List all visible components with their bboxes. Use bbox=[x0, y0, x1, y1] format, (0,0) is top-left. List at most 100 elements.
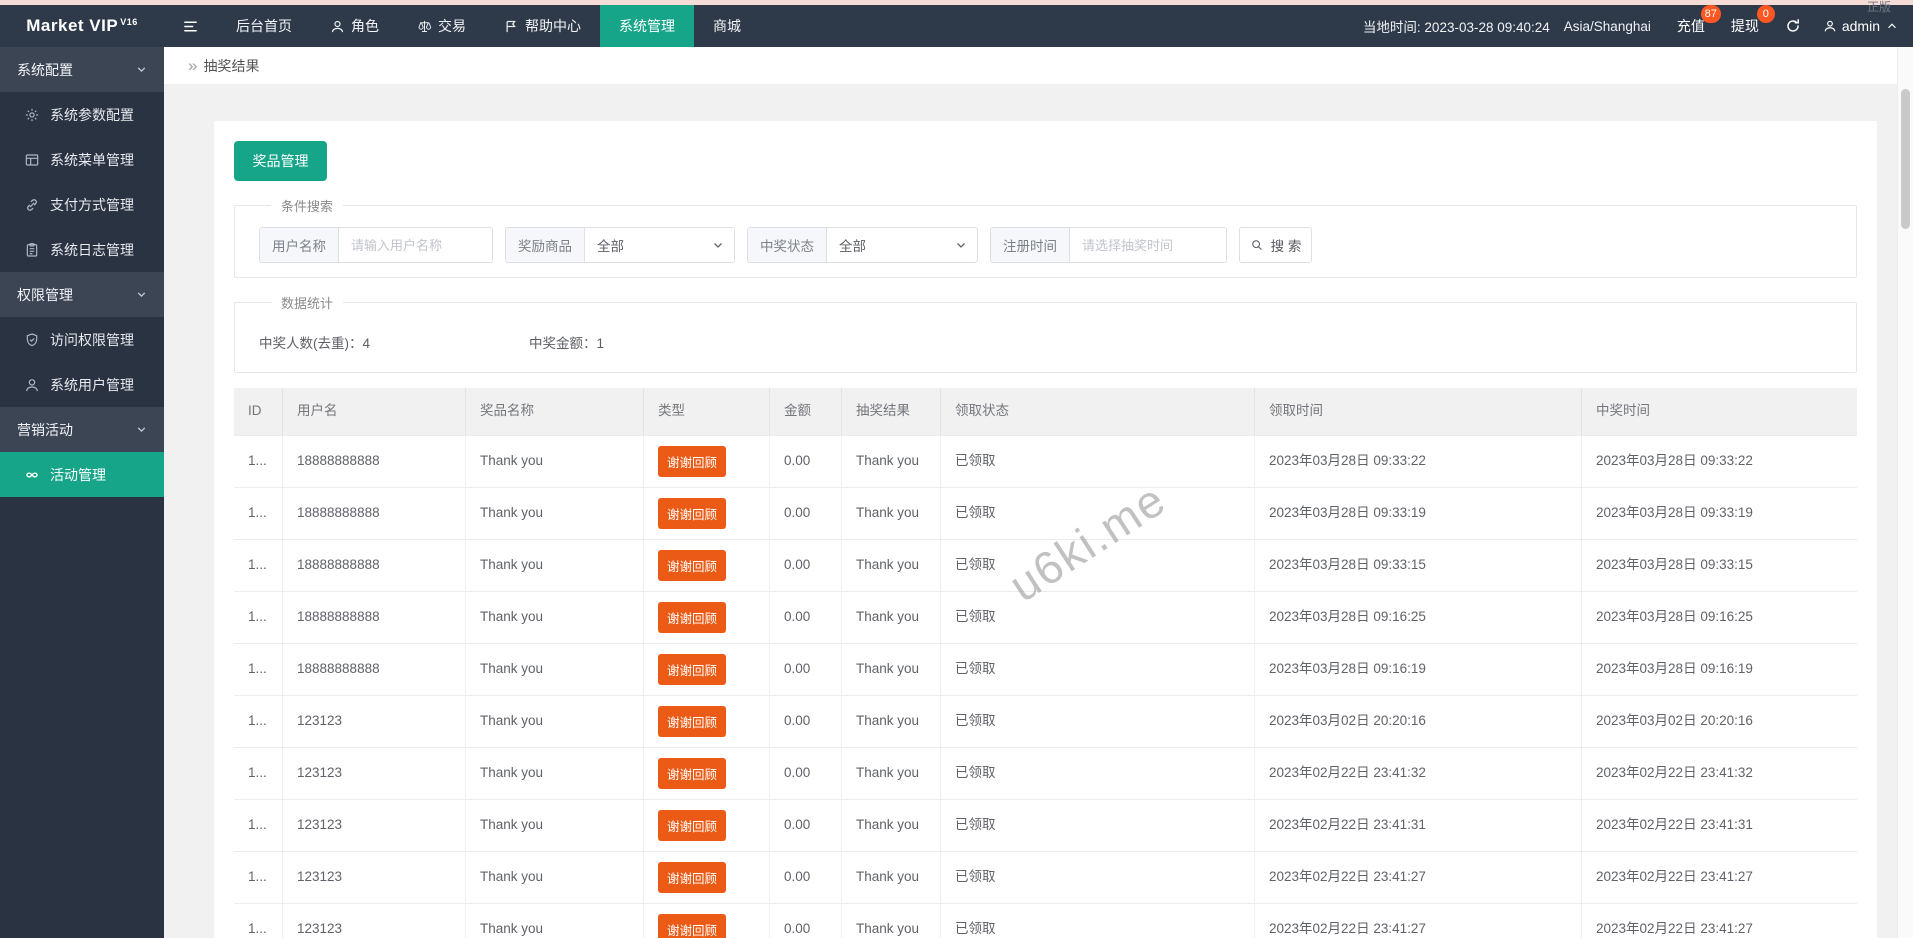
nav-item-label: 交易 bbox=[438, 18, 466, 34]
cell-claim-time: 2023年02月22日 23:41:31 bbox=[1255, 800, 1582, 851]
cell-claim-time: 2023年02月22日 23:41:32 bbox=[1255, 748, 1582, 799]
stats-row: 中奖人数(去重)：4 中奖金额：1 bbox=[259, 324, 1856, 358]
cell-id: 1... bbox=[234, 540, 283, 591]
reward-product-select[interactable]: 奖励商品 全部 bbox=[505, 227, 735, 263]
sidebar-group-permissions[interactable]: 权限管理 bbox=[0, 272, 164, 317]
vertical-scrollbar[interactable] bbox=[1897, 47, 1913, 938]
scrollbar-thumb[interactable] bbox=[1901, 89, 1910, 229]
sidebar-item-system-menu[interactable]: 系统菜单管理 bbox=[0, 137, 164, 182]
cell-claim-time: 2023年03月02日 20:20:16 bbox=[1255, 696, 1582, 747]
sidebar-group-label: 权限管理 bbox=[17, 286, 73, 303]
nav-item-backend-home[interactable]: 后台首页 bbox=[217, 5, 311, 47]
brand-logo[interactable]: Market VIP V16 bbox=[0, 5, 164, 47]
withdraw-button[interactable]: 提现 0 bbox=[1730, 5, 1775, 36]
cell-result: Thank you bbox=[842, 748, 941, 799]
cell-result: Thank you bbox=[842, 852, 941, 903]
sidebar-item-system-users[interactable]: 系统用户管理 bbox=[0, 362, 164, 407]
type-badge: 谢谢回顾 bbox=[658, 445, 727, 477]
nav-item-label: 角色 bbox=[351, 18, 379, 34]
cell-claim-status: 已领取 bbox=[941, 852, 1255, 903]
withdraw-label: 提现 bbox=[1730, 18, 1759, 34]
sidebar-group-label: 营销活动 bbox=[17, 421, 73, 438]
cell-win-time: 2023年02月22日 23:41:31 bbox=[1596, 817, 1753, 832]
cell-claim-status: 已领取 bbox=[941, 644, 1255, 695]
sidebar-item-system-logs[interactable]: 系统日志管理 bbox=[0, 227, 164, 272]
nav-item-mall[interactable]: 商城 bbox=[694, 5, 760, 47]
nav-item-label: 系统管理 bbox=[619, 18, 675, 34]
cell-prize: Thank you bbox=[466, 748, 644, 799]
cell-claim-status: 已领取 bbox=[941, 800, 1255, 851]
cell-result: Thank you bbox=[842, 644, 941, 695]
hamburger-icon[interactable] bbox=[164, 5, 217, 47]
sidebar-item-payment-methods[interactable]: 支付方式管理 bbox=[0, 182, 164, 227]
sidebar-item-label: 系统用户管理 bbox=[50, 376, 134, 393]
col-header-username: 用户名 bbox=[283, 388, 466, 435]
navbar-right: 当地时间: 2023-03-28 09:40:24 Asia/Shanghai … bbox=[1363, 5, 1913, 47]
recharge-button[interactable]: 充值 87 bbox=[1677, 5, 1721, 36]
refresh-icon[interactable] bbox=[1785, 18, 1801, 34]
type-badge: 谢谢回顾 bbox=[658, 861, 727, 893]
cell-type: 谢谢回顾 bbox=[644, 748, 770, 799]
cell-win-time: 2023年03月28日 09:33:22 bbox=[1596, 453, 1753, 468]
sidebar-item-label: 系统日志管理 bbox=[50, 241, 134, 258]
cell-type: 谢谢回顾 bbox=[644, 488, 770, 539]
infinity-link-icon bbox=[26, 471, 38, 478]
sidebar-group-marketing[interactable]: 营销活动 bbox=[0, 407, 164, 452]
type-badge: 谢谢回顾 bbox=[658, 601, 727, 633]
sidebar-item-system-params[interactable]: 系统参数配置 bbox=[0, 92, 164, 137]
cell-id: 1... bbox=[234, 800, 283, 851]
nav-item-help-center[interactable]: 帮助中心 bbox=[485, 5, 600, 47]
register-time-field-group: 注册时间 bbox=[990, 227, 1227, 263]
user-menu[interactable]: admin bbox=[1823, 18, 1899, 34]
col-header-result: 抽奖结果 bbox=[842, 388, 941, 435]
cell-win-time: 2023年02月22日 23:41:27 bbox=[1596, 869, 1753, 884]
table-header-row: ID 用户名 奖品名称 类型 金额 抽奖结果 领取状态 领取时间 中奖时间 bbox=[234, 388, 1857, 436]
table-row: 1... 123123 Thank you 谢谢回顾 0.00 Thank yo… bbox=[234, 748, 1857, 800]
username-field-label: 用户名称 bbox=[260, 228, 339, 262]
flag-icon bbox=[506, 20, 516, 32]
register-time-input[interactable] bbox=[1070, 228, 1226, 262]
table-row: 1... 18888888888 Thank you 谢谢回顾 0.00 Tha… bbox=[234, 540, 1857, 592]
search-button[interactable]: 搜 索 bbox=[1239, 227, 1312, 263]
page: 正版 Market VIP V16 后台首页 角色 交易 帮助中心 系统管理 商… bbox=[0, 0, 1913, 938]
reward-product-value: 全部 bbox=[597, 239, 624, 254]
prize-manage-button[interactable]: 奖品管理 bbox=[234, 141, 327, 181]
corner-watermark-text: 正版 bbox=[1866, 0, 1891, 14]
cell-amount: 0.00 bbox=[770, 488, 842, 539]
sidebar-item-access-permission[interactable]: 访问权限管理 bbox=[0, 317, 164, 362]
win-status-select[interactable]: 中奖状态 全部 bbox=[747, 227, 978, 263]
cell-claim-status: 已领取 bbox=[941, 436, 1255, 487]
cell-id: 1... bbox=[234, 488, 283, 539]
stats-fieldset: 数据统计 中奖人数(去重)：4 中奖金额：1 bbox=[234, 293, 1857, 373]
type-badge: 谢谢回顾 bbox=[658, 809, 727, 841]
search-form: 用户名称 奖励商品 全部 中奖状态 全部 bbox=[259, 227, 1856, 263]
cell-result: Thank you bbox=[842, 800, 941, 851]
table-row: 1... 18888888888 Thank you 谢谢回顾 0.00 Tha… bbox=[234, 644, 1857, 696]
nav-item-roles[interactable]: 角色 bbox=[311, 5, 398, 47]
cell-type: 谢谢回顾 bbox=[644, 644, 770, 695]
sidebar-group-system-config[interactable]: 系统配置 bbox=[0, 47, 164, 92]
cell-claim-time: 2023年03月28日 09:33:22 bbox=[1255, 436, 1582, 487]
cell-claim-time: 2023年02月22日 23:41:27 bbox=[1255, 852, 1582, 903]
nav-item-label: 后台首页 bbox=[236, 18, 292, 34]
nav-item-system-manage[interactable]: 系统管理 bbox=[600, 5, 694, 47]
col-header-prize: 奖品名称 bbox=[466, 388, 644, 435]
cell-prize: Thank you bbox=[466, 592, 644, 643]
sidebar-item-activity-manage[interactable]: 活动管理 bbox=[0, 452, 164, 497]
table-row: 1... 123123 Thank you 谢谢回顾 0.00 Thank yo… bbox=[234, 800, 1857, 852]
chevron-up-icon bbox=[1888, 23, 1896, 29]
col-header-claim-status: 领取状态 bbox=[941, 388, 1255, 435]
username-input[interactable] bbox=[339, 228, 492, 262]
cell-claim-time: 2023年03月28日 09:16:19 bbox=[1255, 644, 1582, 695]
cell-prize: Thank you bbox=[466, 904, 644, 938]
table-row: 1... 123123 Thank you 谢谢回顾 0.00 Thank yo… bbox=[234, 852, 1857, 904]
username-field-group: 用户名称 bbox=[259, 227, 493, 263]
cell-type: 谢谢回顾 bbox=[644, 904, 770, 938]
sidebar-item-label: 支付方式管理 bbox=[50, 196, 134, 213]
top-notification-strip bbox=[0, 0, 1913, 5]
table-row: 1... 123123 Thank you 谢谢回顾 0.00 Thank yo… bbox=[234, 696, 1857, 748]
cell-claim-status: 已领取 bbox=[941, 904, 1255, 938]
sidebar-item-label: 系统菜单管理 bbox=[50, 151, 134, 168]
type-badge: 谢谢回顾 bbox=[658, 913, 727, 938]
nav-item-trade[interactable]: 交易 bbox=[398, 5, 485, 47]
